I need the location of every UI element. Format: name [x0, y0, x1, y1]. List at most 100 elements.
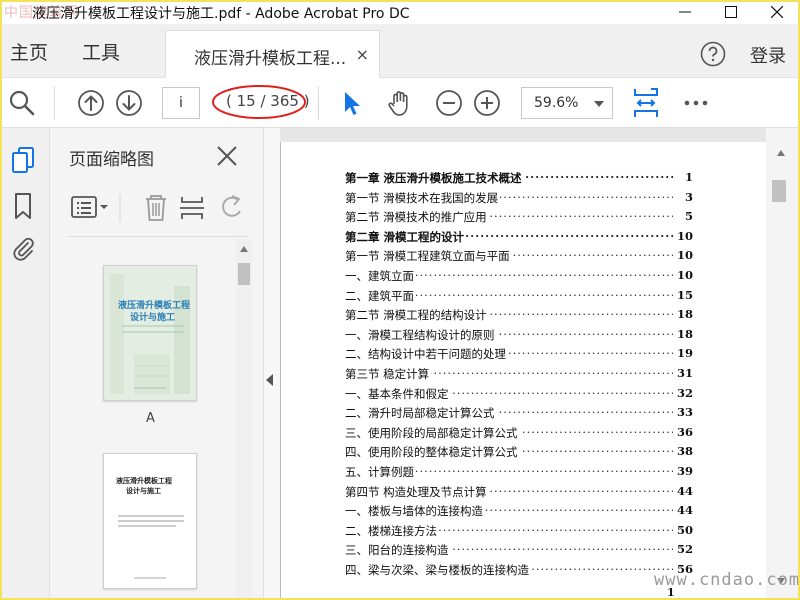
- toc-entry-title: 第一节 滑模技术在我国的发展: [345, 189, 501, 206]
- close-window-button[interactable]: [754, 0, 800, 24]
- toc-entry[interactable]: ········································…: [345, 248, 693, 267]
- toolbar-separator: [318, 86, 319, 120]
- tab-close-button[interactable]: ×: [356, 45, 369, 64]
- toc-entry-page: 10: [674, 228, 693, 243]
- search-icon[interactable]: [8, 89, 36, 117]
- scrollbar-thumb[interactable]: [772, 180, 786, 202]
- toc-entry-title: 第一章 液压滑升模板施工技术概述: [345, 170, 524, 186]
- toc-entry-page: 3: [682, 189, 693, 204]
- scroll-up-icon[interactable]: [240, 246, 248, 252]
- toc-entry[interactable]: ········································…: [345, 287, 693, 307]
- thumbnail-options-icon[interactable]: [71, 196, 108, 218]
- help-icon[interactable]: [700, 41, 726, 67]
- toc-entry[interactable]: ········································…: [345, 405, 693, 424]
- document-scrollbar[interactable]: [766, 128, 798, 600]
- rotate-icon[interactable]: [222, 195, 241, 217]
- login-button[interactable]: 登录: [750, 42, 786, 68]
- toc-entry[interactable]: ········································…: [345, 268, 693, 287]
- toc-entry[interactable]: ········································…: [345, 542, 693, 561]
- toc-entry-title: 二、建筑平面: [345, 287, 416, 304]
- toc-entry[interactable]: ········································…: [345, 464, 693, 483]
- page-thumbnail-title[interactable]: 液压滑升模板工程 设计与施工: [103, 453, 197, 589]
- hand-tool-icon[interactable]: [386, 89, 414, 117]
- scrollbar-thumb[interactable]: [238, 263, 250, 285]
- fit-page-icon[interactable]: [631, 87, 661, 119]
- select-pointer-icon[interactable]: [338, 89, 366, 117]
- toc-entry-title: 第三节 稳定计算: [345, 366, 432, 382]
- toc-entry-page: 5: [682, 209, 693, 224]
- thumbnail-scrollbar[interactable]: [236, 238, 252, 600]
- toc-entry-title: 四、梁与次梁、梁与楼板的连接构造: [345, 562, 531, 578]
- toc-entry-page: 52: [674, 542, 693, 557]
- zoom-dropdown[interactable]: 59.6%: [521, 87, 613, 119]
- more-options-icon[interactable]: [682, 89, 710, 117]
- toc-entry-page: 39: [674, 464, 693, 478]
- toc-entry[interactable]: ········································…: [345, 326, 693, 346]
- panel-title: 页面缩略图: [69, 150, 154, 170]
- previous-page-icon[interactable]: [77, 89, 105, 117]
- page-number-input[interactable]: i: [162, 87, 200, 119]
- close-icon: [771, 6, 783, 18]
- toc-entry-title: 一、滑模工程结构设计的原则: [345, 326, 497, 343]
- toc-entry[interactable]: ········································…: [345, 444, 693, 463]
- toc-entry[interactable]: ········································…: [345, 562, 693, 581]
- toc-entry[interactable]: ········································…: [345, 307, 693, 326]
- toc-entry-page: 19: [674, 346, 693, 361]
- toc-entry[interactable]: ········································…: [345, 228, 693, 248]
- window-title: 液压滑升模板工程设计与施工.pdf - Adobe Acrobat Pro DC: [32, 6, 410, 22]
- toc-entry-title: 第二节 滑模工程的结构设计: [345, 307, 489, 324]
- title-bar: 中国建筑网 液压滑升模板工程设计与施工.pdf - Adobe Acrobat …: [0, 0, 800, 24]
- document-view: ········································…: [280, 128, 766, 600]
- thumbnail-list: 液压滑升模板工程 设计与施工 A 液压滑升模板工程 设计与施工: [50, 238, 264, 600]
- document-tab[interactable]: 液压滑升模板工程... ×: [165, 30, 380, 78]
- delete-icon[interactable]: [146, 195, 166, 221]
- menu-tools[interactable]: 工具: [82, 38, 120, 65]
- cover-art: [104, 266, 196, 400]
- bookmarks-icon[interactable]: [10, 192, 36, 220]
- toc-entry-title: 第二章 滑模工程的设计: [345, 228, 467, 245]
- zoom-out-icon[interactable]: [435, 89, 463, 117]
- navigation-rail: [0, 128, 50, 600]
- toc-entry[interactable]: ········································…: [345, 346, 693, 365]
- minimize-button[interactable]: [662, 0, 708, 24]
- toc-entry-title: 第四节 构造处理及节点计算: [345, 483, 489, 500]
- toc-entry-page: 10: [674, 248, 693, 263]
- collapse-panel-icon[interactable]: [266, 374, 273, 386]
- toc-entry[interactable]: ········································…: [345, 483, 693, 503]
- maximize-icon: [725, 6, 737, 18]
- attachments-icon[interactable]: [10, 234, 36, 262]
- page-thumbnails-icon[interactable]: [10, 146, 36, 174]
- toc-entry[interactable]: ········································…: [345, 170, 693, 189]
- thumbnails-panel: 页面缩略图 液压滑升模板工程 设计与施工 A 液压滑升模板工程 设计与施工: [50, 128, 264, 600]
- insert-page-icon[interactable]: [180, 197, 204, 219]
- toc-entry[interactable]: ········································…: [345, 424, 693, 444]
- site-watermark: www.cndao.com: [654, 570, 800, 590]
- document-tab-label: 液压滑升模板工程...: [194, 49, 347, 69]
- close-icon[interactable]: [216, 145, 238, 167]
- toc-entry-title: 第二节 滑模技术的推广应用: [345, 209, 489, 226]
- toc-entry-title: 一、建筑立面: [345, 268, 416, 284]
- toc-entry-page: 44: [674, 503, 693, 518]
- toc-entry[interactable]: ········································…: [345, 503, 693, 522]
- cover-title-line2: 设计与施工: [130, 313, 176, 323]
- zoom-in-icon[interactable]: [473, 89, 501, 117]
- toc-entry[interactable]: ········································…: [345, 385, 693, 405]
- page-thumbnail-cover[interactable]: 液压滑升模板工程 设计与施工: [103, 265, 197, 401]
- toc-entry-title: 第一节 滑模工程建筑立面与平面: [345, 248, 512, 265]
- toc-entry[interactable]: ········································…: [345, 366, 693, 385]
- toc-entry-page: 38: [674, 444, 693, 459]
- next-page-icon[interactable]: [115, 89, 143, 117]
- toc-entry-page: 18: [674, 307, 693, 322]
- toc-entry[interactable]: ········································…: [345, 522, 693, 542]
- maximize-button[interactable]: [708, 0, 754, 24]
- toc-entry[interactable]: ········································…: [345, 189, 693, 209]
- scroll-up-icon[interactable]: [777, 150, 785, 156]
- menu-bar: 主页 工具 液压滑升模板工程... × 登录: [0, 24, 800, 78]
- toc-entry-title: 一、基本条件和假定: [345, 385, 451, 402]
- menu-home[interactable]: 主页: [10, 38, 48, 65]
- toc-entry-page: 15: [674, 287, 693, 302]
- toc-entry[interactable]: ········································…: [345, 209, 693, 228]
- toc-entry-page: 44: [674, 483, 693, 498]
- toc-entry-page: 50: [674, 522, 693, 537]
- toc-entry-title: 二、滑升时局部稳定计算公式: [345, 405, 497, 422]
